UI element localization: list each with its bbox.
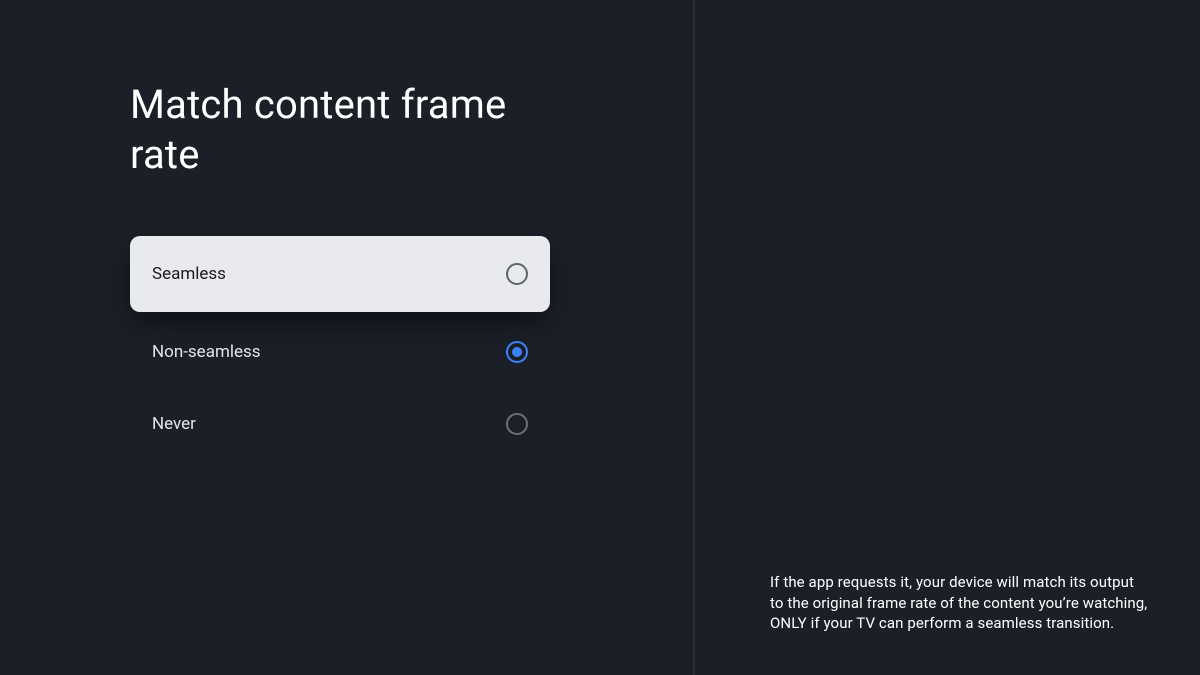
settings-left-panel: Match content frame rate Seamless Non-se… bbox=[0, 0, 695, 675]
page-title: Match content frame rate bbox=[130, 80, 550, 180]
settings-right-panel: If the app requests it, your device will… bbox=[695, 0, 1200, 675]
option-seamless[interactable]: Seamless bbox=[130, 236, 550, 312]
option-label: Never bbox=[152, 414, 196, 434]
option-label: Seamless bbox=[152, 264, 226, 284]
radio-icon bbox=[506, 413, 528, 435]
radio-icon bbox=[506, 263, 528, 285]
option-never[interactable]: Never bbox=[130, 388, 550, 460]
option-label: Non-seamless bbox=[152, 342, 261, 362]
option-non-seamless[interactable]: Non-seamless bbox=[130, 316, 550, 388]
radio-icon bbox=[506, 341, 528, 363]
option-description: If the app requests it, your device will… bbox=[770, 572, 1150, 633]
frame-rate-options-list: Seamless Non-seamless Never bbox=[130, 236, 550, 460]
